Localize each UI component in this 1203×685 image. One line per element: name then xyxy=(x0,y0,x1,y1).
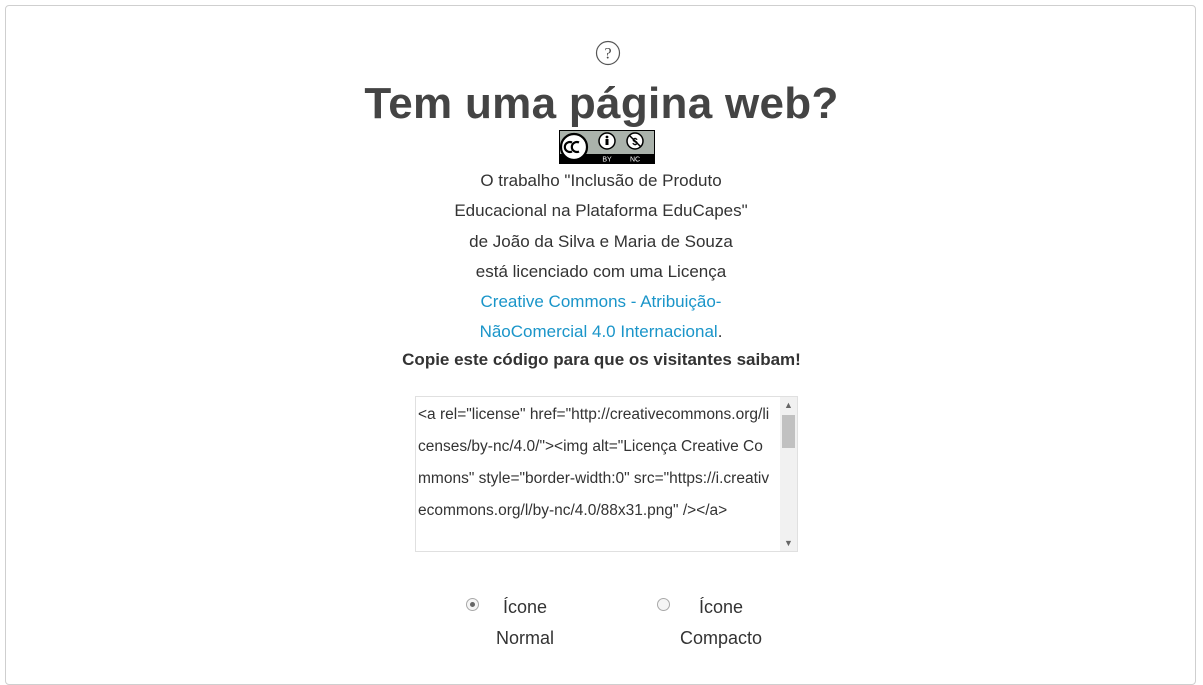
attribution-line: de João da Silva e Maria de Souza xyxy=(469,231,733,251)
copy-prompt: Copie este código para que os visitantes… xyxy=(402,350,801,369)
embed-code-textarea[interactable]: <a rel="license" href="http://creativeco… xyxy=(415,396,798,552)
option-label[interactable]: Ícone Normal xyxy=(479,592,571,654)
code-scrollbar[interactable]: ▲ ▼ xyxy=(780,397,797,551)
embed-code-text[interactable]: <a rel="license" href="http://creativeco… xyxy=(418,399,772,527)
svg-text:NC: NC xyxy=(630,157,640,164)
scroll-up-arrow-icon[interactable]: ▲ xyxy=(780,397,797,413)
attribution-line: O trabalho "Inclusão de Produto xyxy=(480,171,722,190)
license-link[interactable]: Creative Commons - Atribuição- xyxy=(481,292,722,311)
radio-compact[interactable] xyxy=(657,598,670,611)
option-label-line: Normal xyxy=(495,628,554,648)
attribution-line: Educacional na Plataforma EduCapes" xyxy=(454,201,748,221)
option-label-line: Compacto xyxy=(679,628,763,648)
option-normal-icon[interactable]: Ícone Normal xyxy=(466,592,571,654)
help-question-icon[interactable]: ? xyxy=(595,40,621,66)
option-label[interactable]: Ícone Compacto xyxy=(670,592,772,654)
option-compact-icon[interactable]: Ícone Compacto xyxy=(657,592,772,654)
scroll-thumb[interactable] xyxy=(782,415,795,448)
svg-text:?: ? xyxy=(604,46,611,63)
svg-text:BY: BY xyxy=(602,157,612,164)
option-label-line: Ícone xyxy=(502,597,548,617)
license-link[interactable]: NãoComercial 4.0 Internacional xyxy=(480,322,718,341)
cc-by-nc-badge-icon: $ BY NC xyxy=(559,130,655,164)
page-title: Tem uma página web? xyxy=(364,79,839,128)
option-label-line: Ícone xyxy=(698,597,744,617)
radio-normal[interactable] xyxy=(466,598,479,611)
attribution-line: está licenciado com uma Licença xyxy=(475,261,727,281)
period: . xyxy=(717,322,723,342)
attribution-text: O trabalho "Inclusão de Produto Educacio… xyxy=(377,166,825,348)
scroll-down-arrow-icon[interactable]: ▼ xyxy=(780,535,797,551)
